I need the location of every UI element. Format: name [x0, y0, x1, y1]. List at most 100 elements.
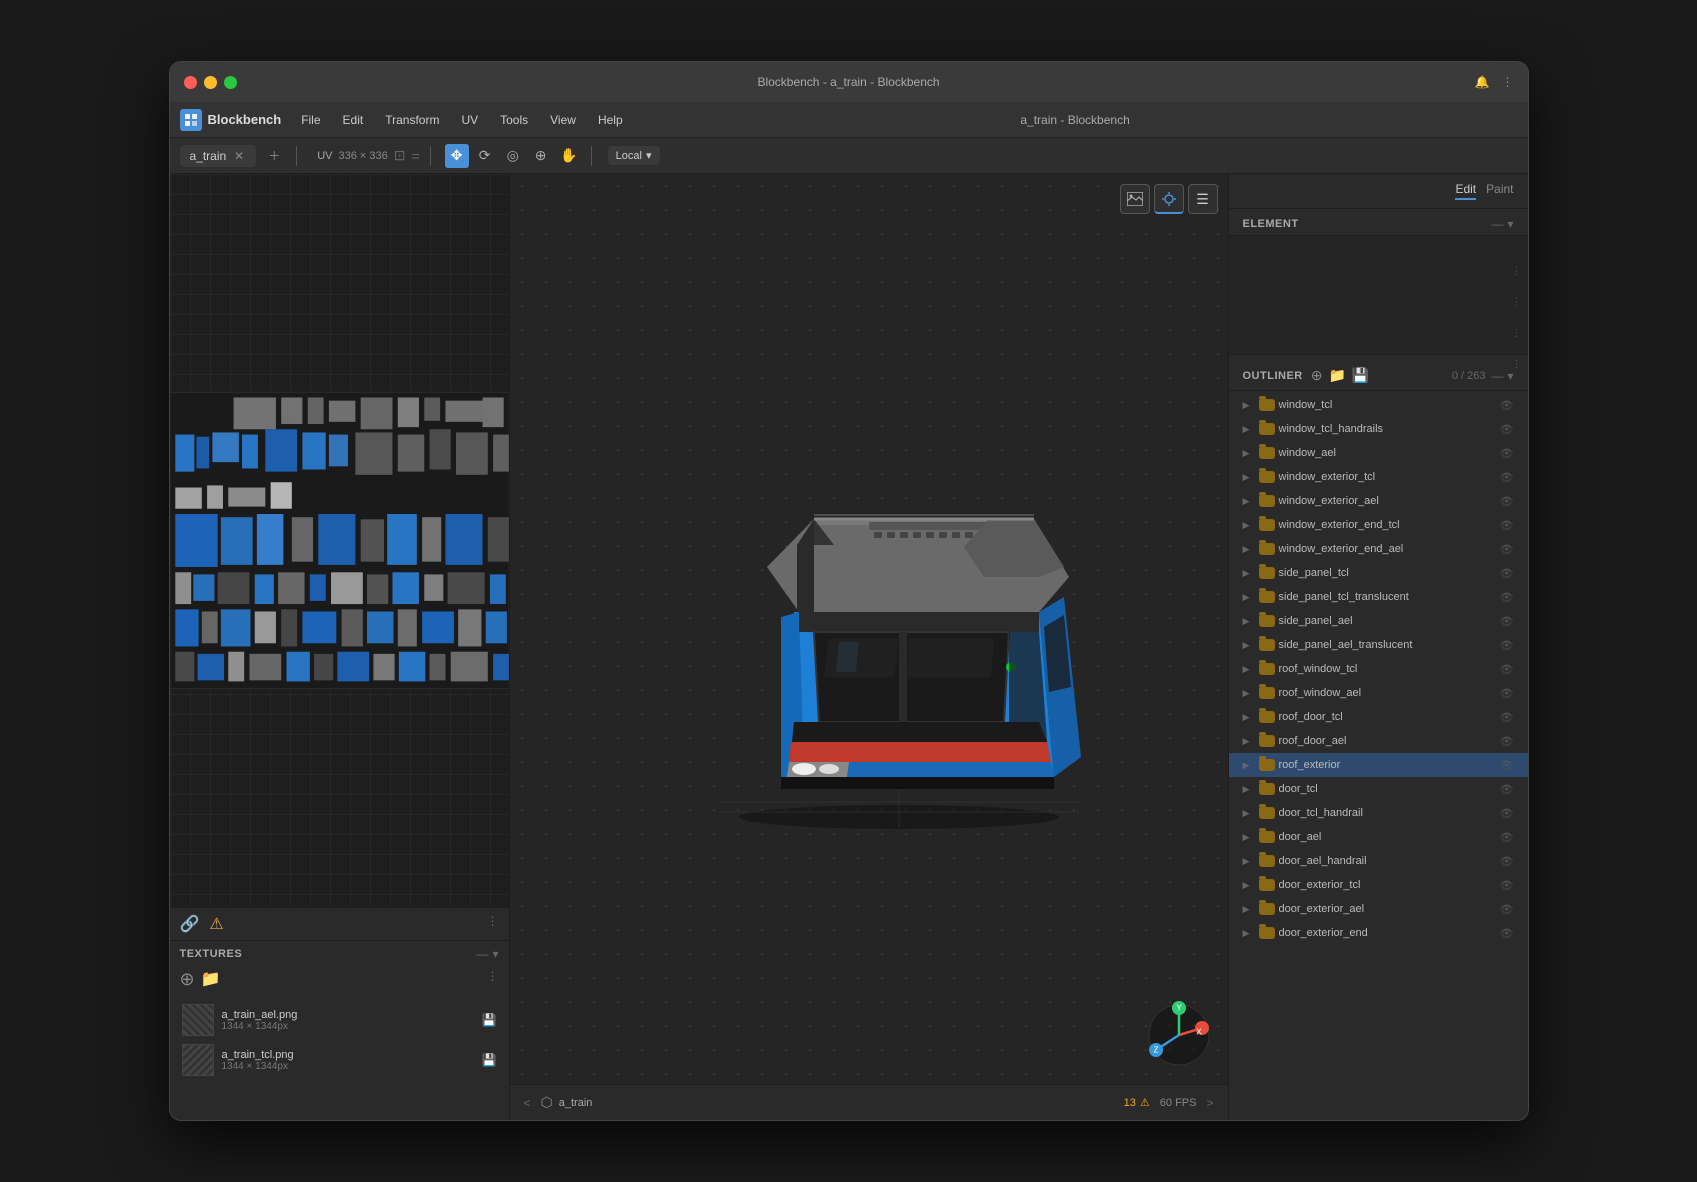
visibility-icon[interactable]: 👁: [1500, 519, 1514, 532]
visibility-icon[interactable]: 👁: [1500, 591, 1514, 604]
outliner-item[interactable]: ▶ side_panel_tcl_translucent 👁: [1229, 585, 1528, 609]
move-tool[interactable]: ✥: [445, 144, 469, 168]
texture-save-0[interactable]: 💾: [482, 1013, 497, 1027]
menu-help[interactable]: Help: [588, 109, 633, 131]
local-dropdown[interactable]: Local ▾: [608, 146, 660, 165]
outliner-item[interactable]: ▶ door_exterior_tcl 👁: [1229, 873, 1528, 897]
outliner-item[interactable]: ▶ window_exterior_ael 👁: [1229, 489, 1528, 513]
outliner-item[interactable]: ▶ side_panel_ael 👁: [1229, 609, 1528, 633]
add-texture-icon[interactable]: ⊕: [180, 969, 195, 990]
visibility-icon[interactable]: 👁: [1500, 447, 1514, 460]
warning-icon[interactable]: ⚠: [209, 914, 223, 934]
outliner-item[interactable]: ▶ window_exterior_tcl 👁: [1229, 465, 1528, 489]
outliner-item[interactable]: ▶ door_ael 👁: [1229, 825, 1528, 849]
texture-save-1[interactable]: 💾: [482, 1053, 497, 1067]
visibility-icon[interactable]: 👁: [1500, 399, 1514, 412]
outliner-item[interactable]: ▶ roof_window_tcl 👁: [1229, 657, 1528, 681]
uv-canvas[interactable]: [170, 174, 509, 907]
outliner-save-icon[interactable]: 💾: [1352, 367, 1369, 384]
viewport-light-btn[interactable]: [1154, 184, 1184, 214]
visibility-icon[interactable]: 👁: [1500, 543, 1514, 556]
tab-add-button[interactable]: ＋: [262, 145, 286, 166]
visibility-icon[interactable]: 👁: [1500, 711, 1514, 724]
nav-next[interactable]: >: [1206, 1096, 1213, 1110]
outliner-item[interactable]: ▶ window_exterior_end_ael 👁: [1229, 537, 1528, 561]
visibility-icon[interactable]: 👁: [1500, 471, 1514, 484]
outliner-item[interactable]: ▶ door_tcl_handrail 👁: [1229, 801, 1528, 825]
visibility-icon[interactable]: 👁: [1500, 807, 1514, 820]
viewport[interactable]: ☰: [510, 174, 1228, 1120]
outliner-item[interactable]: ▶ roof_door_ael 👁: [1229, 729, 1528, 753]
texture-item-1[interactable]: a_train_tcl.png 1344 × 1344px 💾: [178, 1040, 501, 1080]
outliner-item[interactable]: ▶ roof_door_tcl 👁: [1229, 705, 1528, 729]
textures-minus-icon[interactable]: —: [476, 947, 488, 961]
outliner-minus-icon[interactable]: —: [1491, 369, 1503, 383]
visibility-icon[interactable]: 👁: [1500, 759, 1514, 772]
xyz-gizmo[interactable]: X Y Z: [1144, 1000, 1214, 1070]
menu-center-title: a_train - Blockbench: [1020, 113, 1129, 127]
tab-atrain[interactable]: a_train ✕: [180, 145, 257, 167]
zoom-tool[interactable]: ⊕: [529, 144, 553, 168]
pan-tool[interactable]: ✋: [557, 144, 581, 168]
menu-edit[interactable]: Edit: [333, 109, 374, 131]
outliner-folder-icon[interactable]: 📁: [1328, 367, 1345, 384]
visibility-icon[interactable]: 👁: [1500, 615, 1514, 628]
menu-uv[interactable]: UV: [451, 109, 488, 131]
visibility-icon[interactable]: 👁: [1500, 903, 1514, 916]
outliner-item[interactable]: ▶ window_ael 👁: [1229, 441, 1528, 465]
visibility-icon[interactable]: 👁: [1500, 495, 1514, 508]
outliner-item[interactable]: ▶ window_exterior_end_tcl 👁: [1229, 513, 1528, 537]
outliner-item[interactable]: ▶ door_exterior_ael 👁: [1229, 897, 1528, 921]
menu-tools[interactable]: Tools: [490, 109, 538, 131]
visibility-icon[interactable]: 👁: [1500, 879, 1514, 892]
tab-edit[interactable]: Edit: [1455, 182, 1476, 200]
outliner-item[interactable]: ▶ roof_exterior 👁: [1229, 753, 1528, 777]
tab-close-icon[interactable]: ✕: [232, 149, 246, 163]
more-icon[interactable]: ⋮: [1502, 75, 1514, 89]
tab-paint[interactable]: Paint: [1486, 182, 1513, 200]
bottom-fps: 60 FPS: [1160, 1097, 1197, 1109]
visibility-icon[interactable]: 👁: [1500, 831, 1514, 844]
texture-more-icon[interactable]: ⋮: [487, 969, 499, 990]
viewport-menu-btn[interactable]: ☰: [1188, 184, 1218, 214]
orbit-tool[interactable]: ◎: [501, 144, 525, 168]
outliner-item[interactable]: ▶ window_tcl 👁: [1229, 393, 1528, 417]
menu-transform[interactable]: Transform: [375, 109, 449, 131]
visibility-icon[interactable]: 👁: [1500, 687, 1514, 700]
outliner-item[interactable]: ▶ side_panel_tcl 👁: [1229, 561, 1528, 585]
visibility-icon[interactable]: 👁: [1500, 735, 1514, 748]
visibility-icon[interactable]: 👁: [1500, 855, 1514, 868]
texture-item-0[interactable]: a_train_ael.png 1344 × 1344px 💾: [178, 1000, 501, 1040]
outliner-item[interactable]: ▶ door_tcl 👁: [1229, 777, 1528, 801]
right-panel: Edit Paint ELEMENT — ▾ ⋮ ⋮ ⋮ ⋮: [1228, 174, 1528, 1120]
visibility-icon[interactable]: 👁: [1500, 567, 1514, 580]
tab-label: a_train: [190, 149, 227, 163]
menu-view[interactable]: View: [540, 109, 586, 131]
element-chevron-icon[interactable]: ▾: [1507, 217, 1513, 231]
close-button[interactable]: [184, 76, 197, 89]
element-minus-icon[interactable]: —: [1491, 217, 1503, 231]
minimize-button[interactable]: [204, 76, 217, 89]
notification-icon[interactable]: 🔔: [1475, 75, 1490, 89]
nav-prev[interactable]: <: [524, 1096, 531, 1110]
textures-chevron-icon[interactable]: ▾: [492, 947, 498, 961]
visibility-icon[interactable]: 👁: [1500, 663, 1514, 676]
outliner-item[interactable]: ▶ roof_window_ael 👁: [1229, 681, 1528, 705]
viewport-image-btn[interactable]: [1120, 184, 1150, 214]
folder-texture-icon[interactable]: 📁: [201, 969, 221, 990]
visibility-icon[interactable]: 👁: [1500, 927, 1514, 940]
maximize-button[interactable]: [224, 76, 237, 89]
outliner-item[interactable]: ▶ side_panel_ael_translucent 👁: [1229, 633, 1528, 657]
visibility-icon[interactable]: 👁: [1500, 639, 1514, 652]
rotate-tool[interactable]: ⟳: [473, 144, 497, 168]
outliner-item[interactable]: ▶ door_ael_handrail 👁: [1229, 849, 1528, 873]
outliner-add-icon[interactable]: ⊕: [1311, 367, 1323, 384]
menu-file[interactable]: File: [291, 109, 330, 131]
visibility-icon[interactable]: 👁: [1500, 423, 1514, 436]
outliner-item[interactable]: ▶ window_tcl_handrails 👁: [1229, 417, 1528, 441]
outliner-item[interactable]: ▶ door_exterior_end 👁: [1229, 921, 1528, 945]
more-options-icon[interactable]: ⋮: [487, 914, 499, 934]
link-icon[interactable]: 🔗: [180, 914, 200, 934]
outliner-chevron-icon[interactable]: ▾: [1507, 369, 1513, 383]
visibility-icon[interactable]: 👁: [1500, 783, 1514, 796]
